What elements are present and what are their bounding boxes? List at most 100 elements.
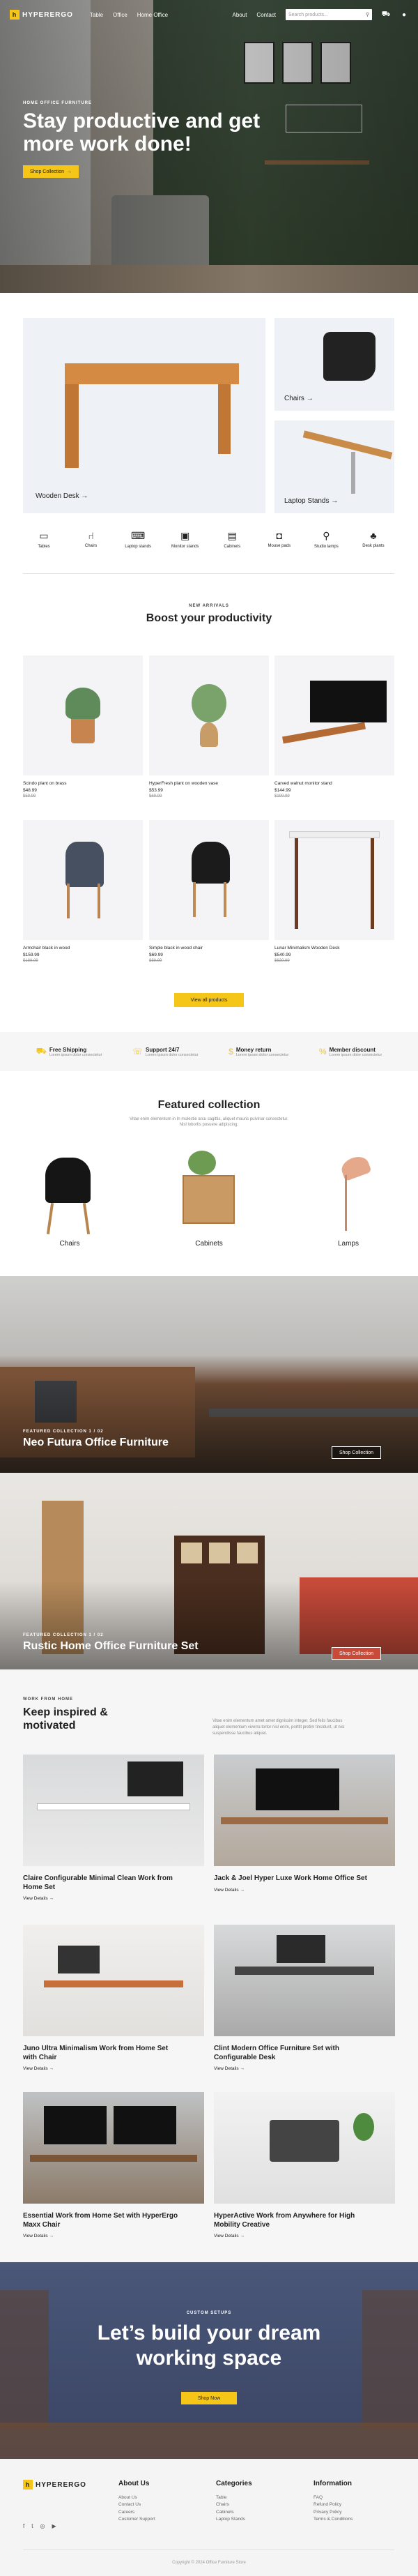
cart-icon[interactable]: ⛟ <box>382 10 391 19</box>
cabinet-icon: ▤ <box>227 530 237 541</box>
view-details-link[interactable]: View Details → <box>214 2234 395 2238</box>
blog-image <box>23 1925 204 2036</box>
blog-card[interactable]: Jack & Joel Hyper Luxe Work Home Office … <box>214 1755 395 1893</box>
category-icon-item[interactable]: ▤ Cabinets <box>211 530 253 549</box>
category-card-chairs[interactable]: Chairs → <box>274 318 394 411</box>
footer-col-information: Information FAQ Refund Policy Privacy Po… <box>314 2480 353 2522</box>
divider <box>23 573 394 574</box>
products-header: NEW ARRIVALS Boost your productivity <box>0 604 418 625</box>
footer-col-about: About Us About Us Contact Us Careers Cus… <box>118 2480 155 2522</box>
hero-section: h HYPERERGO Table Office Home Office Abou… <box>0 0 418 293</box>
nav-about[interactable]: About <box>233 12 247 18</box>
shop-collection-button[interactable]: Shop Collection <box>332 1446 382 1459</box>
user-icon[interactable]: ● <box>400 10 408 19</box>
twitter-icon[interactable]: t <box>31 2523 33 2529</box>
nav-office[interactable]: Office <box>113 12 127 18</box>
shop-now-button[interactable]: Shop Now <box>181 2392 237 2404</box>
nav-contact[interactable]: Contact <box>256 12 276 18</box>
view-details-link[interactable]: View Details → <box>23 2066 204 2071</box>
category-icon-item[interactable]: ▭ Tables <box>23 530 65 549</box>
laptop-icon: ⌨ <box>131 530 146 541</box>
product-card[interactable]: Lunar Minimalism Wooden Desk $540.99 $639.… <box>274 820 394 963</box>
feature-item: $ Money return Lorem ipsum dolor consectet… <box>229 1046 289 1057</box>
arrow-right-icon: → <box>331 497 339 505</box>
featured-item-chairs[interactable]: Chairs <box>35 1151 104 1248</box>
featured-title: Featured collection <box>157 1099 261 1111</box>
blog-card[interactable]: Juno Ultra Minimalism Work from Home Set… <box>23 1925 204 2071</box>
arrow-right-icon: → <box>81 492 88 500</box>
blog-card[interactable]: HyperActive Work from Anywhere for High M… <box>214 2092 395 2238</box>
hero-eyebrow: HOME OFFICE FURNITURE <box>23 101 92 105</box>
product-image <box>23 820 143 940</box>
collection-banner-2: FEATURED COLLECTION 1 / 02 Rustic Home O… <box>0 1473 418 1669</box>
product-card[interactable]: Carved walnut monitor stand $144.99 $199.9… <box>274 656 394 798</box>
logo-mark-icon: h <box>23 2480 33 2490</box>
view-details-link[interactable]: View Details → <box>23 1896 204 1901</box>
lamp-icon: ⚲ <box>323 530 330 541</box>
view-details-link[interactable]: View Details → <box>214 2066 395 2071</box>
blog-header: WORK FROM HOME Keep inspired & motivated <box>23 1697 108 1732</box>
category-label: Wooden Desk <box>36 492 79 500</box>
category-icon-item[interactable]: ⑁ Chairs <box>70 530 112 549</box>
truck-icon: ⛟ <box>36 1046 47 1056</box>
youtube-icon[interactable]: ▶ <box>52 2523 56 2529</box>
feature-item: ☏ Support 24/7 Lorem ipsum dolor consectet… <box>132 1046 199 1057</box>
collection-title: Rustic Home Office Furniture Set <box>23 1640 199 1652</box>
features-strip: ⛟ Free Shipping Lorem ipsum dolor consecte… <box>0 1032 418 1071</box>
blog-description: Vitae enim elementum amet amet dignissim… <box>212 1719 345 1736</box>
featured-item-cabinets[interactable]: Cabinets <box>174 1151 244 1248</box>
arrow-right-icon: → <box>240 2066 245 2071</box>
facebook-icon[interactable]: f <box>23 2523 24 2529</box>
view-details-link[interactable]: View Details → <box>214 1888 395 1893</box>
chair-icon: ⑁ <box>88 530 94 541</box>
arrow-right-icon: → <box>67 169 72 174</box>
collection-title: Neo Futura Office Furniture <box>23 1437 169 1448</box>
hero-cta-button[interactable]: Shop Collection → <box>23 165 79 178</box>
arrow-right-icon: → <box>240 2234 245 2238</box>
blog-image <box>214 2092 395 2204</box>
category-card-wooden-desk[interactable]: Wooden Desk → <box>23 318 265 513</box>
category-card-laptop-stands[interactable]: Laptop Stands → <box>274 421 394 513</box>
blog-image <box>214 1925 395 2036</box>
arrow-right-icon: → <box>240 1887 245 1893</box>
product-card[interactable]: HyperFresh plant on wooden vase $53.99 $69… <box>149 656 269 798</box>
category-icon-strip: ▭ Tables ⑁ Chairs ⌨ Laptop stands ▣ Monitor … <box>23 530 394 549</box>
category-icon-item[interactable]: ⌨ Laptop stands <box>117 530 159 549</box>
blog-card[interactable]: Clint Modern Office Furniture Set with Co… <box>214 1925 395 2071</box>
blog-card[interactable]: Claire Configurable Minimal Clean Work f… <box>23 1755 204 1901</box>
featured-item-lamps[interactable]: Lamps <box>314 1151 383 1248</box>
instagram-icon[interactable]: ◎ <box>40 2523 45 2529</box>
blog-image <box>214 1755 395 1866</box>
footer-logo[interactable]: h HYPERERGO <box>23 2480 86 2490</box>
search-input[interactable]: Search products... ⚲ <box>286 9 372 20</box>
product-image <box>274 820 394 940</box>
product-image <box>274 656 394 775</box>
arrow-right-icon: → <box>49 2234 54 2238</box>
category-icon-item[interactable]: ♣ Desk plants <box>353 530 394 549</box>
view-details-link[interactable]: View Details → <box>23 2234 204 2238</box>
social-links: f t ◎ ▶ <box>23 2523 86 2529</box>
category-icon-item[interactable]: ⚲ Studio lamps <box>305 530 347 549</box>
category-icon-item[interactable]: ◘ Mouse pads <box>258 530 300 549</box>
product-card[interactable]: Scindo plant on brass $48.99 $59.99 <box>23 656 143 798</box>
feature-item: % Member discount Lorem ipsum dolor consec… <box>318 1046 382 1057</box>
featured-header: Featured collection Vitae enim elementum… <box>0 1099 418 1127</box>
arrow-right-icon: → <box>49 2066 54 2071</box>
nav-table[interactable]: Table <box>90 12 103 18</box>
plant-icon: ♣ <box>370 530 377 541</box>
nav-home-office[interactable]: Home Office <box>137 12 168 18</box>
view-all-products-button[interactable]: View all products <box>174 993 244 1007</box>
product-card[interactable]: Simple black in wood chair $69.99 $89.99 <box>149 820 269 963</box>
discount-icon: % <box>318 1047 327 1056</box>
category-icon-item[interactable]: ▣ Monitor stands <box>164 530 206 549</box>
hero-title: Stay productive and get more work done! <box>23 109 261 156</box>
headset-icon: ☏ <box>132 1047 144 1056</box>
money-icon: $ <box>229 1047 233 1056</box>
feature-item: ⛟ Free Shipping Lorem ipsum dolor consecte… <box>36 1046 102 1057</box>
product-card[interactable]: Armchair black in wood $159.99 $189.99 <box>23 820 143 963</box>
shop-collection-button[interactable]: Shop Collection <box>332 1647 382 1660</box>
blog-image <box>23 2092 204 2204</box>
products-title: Boost your productivity <box>146 612 272 624</box>
brand-logo[interactable]: h HYPERERGO <box>10 10 73 20</box>
blog-card[interactable]: Essential Work from Home Set with HyperE… <box>23 2092 204 2238</box>
